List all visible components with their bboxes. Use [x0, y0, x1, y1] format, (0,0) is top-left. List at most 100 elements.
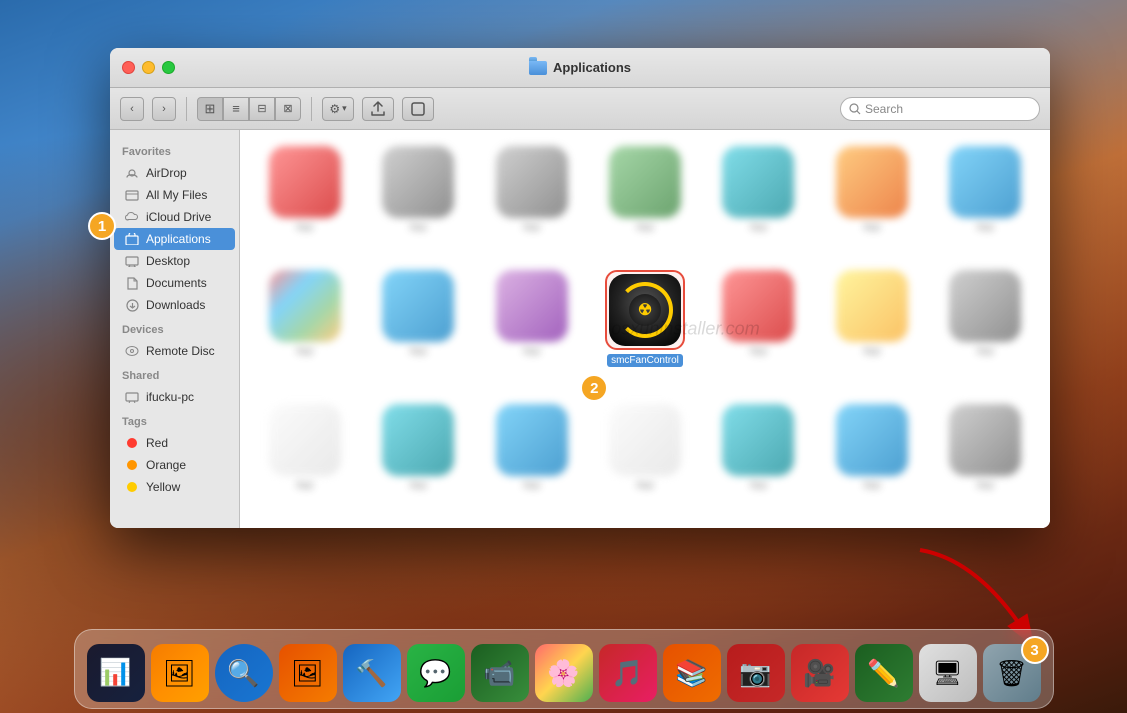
app-item[interactable]: App [252, 400, 357, 516]
sidebar-tag-yellow[interactable]: Yellow [114, 476, 235, 498]
sidebar-item-all-my-files[interactable]: All My Files [114, 184, 235, 206]
sidebar-tag-orange[interactable]: Orange [114, 454, 235, 476]
app-item[interactable]: App [252, 142, 357, 258]
app-name: App [409, 480, 427, 491]
devices-section-title: Devices [110, 316, 239, 340]
tag-button[interactable] [402, 97, 434, 121]
app-item[interactable]: App [479, 400, 584, 516]
app-icon [496, 404, 568, 476]
dock-item-photos[interactable]: 🌸 [535, 644, 593, 702]
dock-item-messages[interactable]: 💬 [407, 644, 465, 702]
documents-icon [124, 275, 140, 291]
sidebar-item-desktop[interactable]: Desktop [114, 250, 235, 272]
dock-item-zoom[interactable]: 🎥 [791, 644, 849, 702]
app-item[interactable]: App [592, 142, 697, 258]
window-title: Applications [529, 60, 631, 75]
app-item[interactable]: App [252, 266, 357, 392]
dock-item-xcode[interactable]: 🔨 [343, 644, 401, 702]
sidebar-item-remote-disc[interactable]: Remote Disc [114, 340, 235, 362]
divider-2 [311, 97, 312, 121]
list-view-button[interactable]: ≡ [223, 97, 249, 121]
app-name: App [976, 346, 994, 357]
app-icon [722, 404, 794, 476]
app-icon [496, 270, 568, 342]
yellow-tag-icon [124, 479, 140, 495]
app-item[interactable]: App [933, 266, 1038, 392]
all-my-files-label: All My Files [146, 188, 207, 202]
smc-fan-control-name: smcFanControl [607, 354, 683, 367]
action-button[interactable]: ⚙▾ [322, 97, 354, 121]
app-item[interactable]: App [819, 142, 924, 258]
shared-pc-icon [124, 389, 140, 405]
dock-item-preview[interactable]: 🖼 [279, 644, 337, 702]
app-name: App [409, 222, 427, 233]
minimize-button[interactable] [142, 61, 155, 74]
step-2-badge: 2 [580, 374, 608, 402]
search-placeholder: Search [865, 102, 903, 116]
app-name: App [523, 222, 541, 233]
app-grid: App App App App App [240, 130, 1050, 528]
app-item[interactable]: App [479, 266, 584, 392]
app-name: App [976, 480, 994, 491]
sidebar-item-ifucku-pc[interactable]: ifucku-pc [114, 386, 235, 408]
app-item[interactable]: App [365, 142, 470, 258]
content-area: osxuninstaller.com App App App App [240, 130, 1050, 528]
airdrop-label: AirDrop [146, 166, 187, 180]
app-item[interactable]: App [365, 400, 470, 516]
icloud-drive-icon [124, 209, 140, 225]
share-button[interactable] [362, 97, 394, 121]
app-item[interactable]: App [365, 266, 470, 392]
search-bar[interactable]: Search [840, 97, 1040, 121]
dock-item-finder-screen[interactable]: 🖥 [919, 644, 977, 702]
app-item[interactable]: App [706, 400, 811, 516]
sidebar-item-airdrop[interactable]: AirDrop [114, 162, 235, 184]
tags-section-title: Tags [110, 408, 239, 432]
sidebar-item-documents[interactable]: Documents [114, 272, 235, 294]
app-item[interactable]: App [706, 142, 811, 258]
sidebar-item-applications[interactable]: Applications [114, 228, 235, 250]
sidebar-tag-red[interactable]: Red [114, 432, 235, 454]
dock-item-quill[interactable]: 🔍 [215, 644, 273, 702]
app-name: App [863, 222, 881, 233]
divider-1 [186, 97, 187, 121]
dock-item-sketchbook[interactable]: ✏️ [855, 644, 913, 702]
orange-tag-icon [124, 457, 140, 473]
dock-item-photo-booth[interactable]: 📷 [727, 644, 785, 702]
dock-item-music[interactable]: 🎵 [599, 644, 657, 702]
dock-item-books[interactable]: 📚 [663, 644, 721, 702]
app-item[interactable]: App [933, 400, 1038, 516]
app-item[interactable]: App [592, 400, 697, 516]
smc-fan-control-item[interactable]: ☢ smcFanControl 2 [592, 266, 697, 392]
smc-inner-icon: ☢ [629, 294, 661, 326]
app-item[interactable]: App [706, 266, 811, 392]
app-icon [722, 270, 794, 342]
shared-section-title: Shared [110, 362, 239, 386]
app-item[interactable]: App [933, 142, 1038, 258]
app-item[interactable]: App [479, 142, 584, 258]
dock-item-activity-monitor[interactable]: 📊 [87, 644, 145, 702]
dock-item-photo-slideshow[interactable]: 🖼 [151, 644, 209, 702]
column-view-button[interactable]: ⊟ [249, 97, 275, 121]
back-button[interactable]: ‹ [120, 97, 144, 121]
smc-fan-control-icon: ☢ [609, 274, 681, 346]
app-icon [609, 146, 681, 218]
app-name: App [750, 480, 768, 491]
app-name: App [750, 222, 768, 233]
app-name: App [523, 346, 541, 357]
sidebar-item-downloads[interactable]: Downloads [114, 294, 235, 316]
dock-item-facetime[interactable]: 📹 [471, 644, 529, 702]
shared-pc-label: ifucku-pc [146, 390, 194, 404]
red-tag-icon [124, 435, 140, 451]
red-tag-label: Red [146, 436, 168, 450]
app-item[interactable]: App [819, 400, 924, 516]
app-icon [949, 270, 1021, 342]
app-icon [722, 146, 794, 218]
maximize-button[interactable] [162, 61, 175, 74]
app-item[interactable]: App [819, 266, 924, 392]
forward-button[interactable]: › [152, 97, 176, 121]
sidebar-item-icloud-drive[interactable]: iCloud Drive [114, 206, 235, 228]
grid-view-button[interactable]: ⊞ [197, 97, 223, 121]
dock-item-trash[interactable]: 🗑 3 [983, 644, 1041, 702]
cover-view-button[interactable]: ⊠ [275, 97, 301, 121]
close-button[interactable] [122, 61, 135, 74]
